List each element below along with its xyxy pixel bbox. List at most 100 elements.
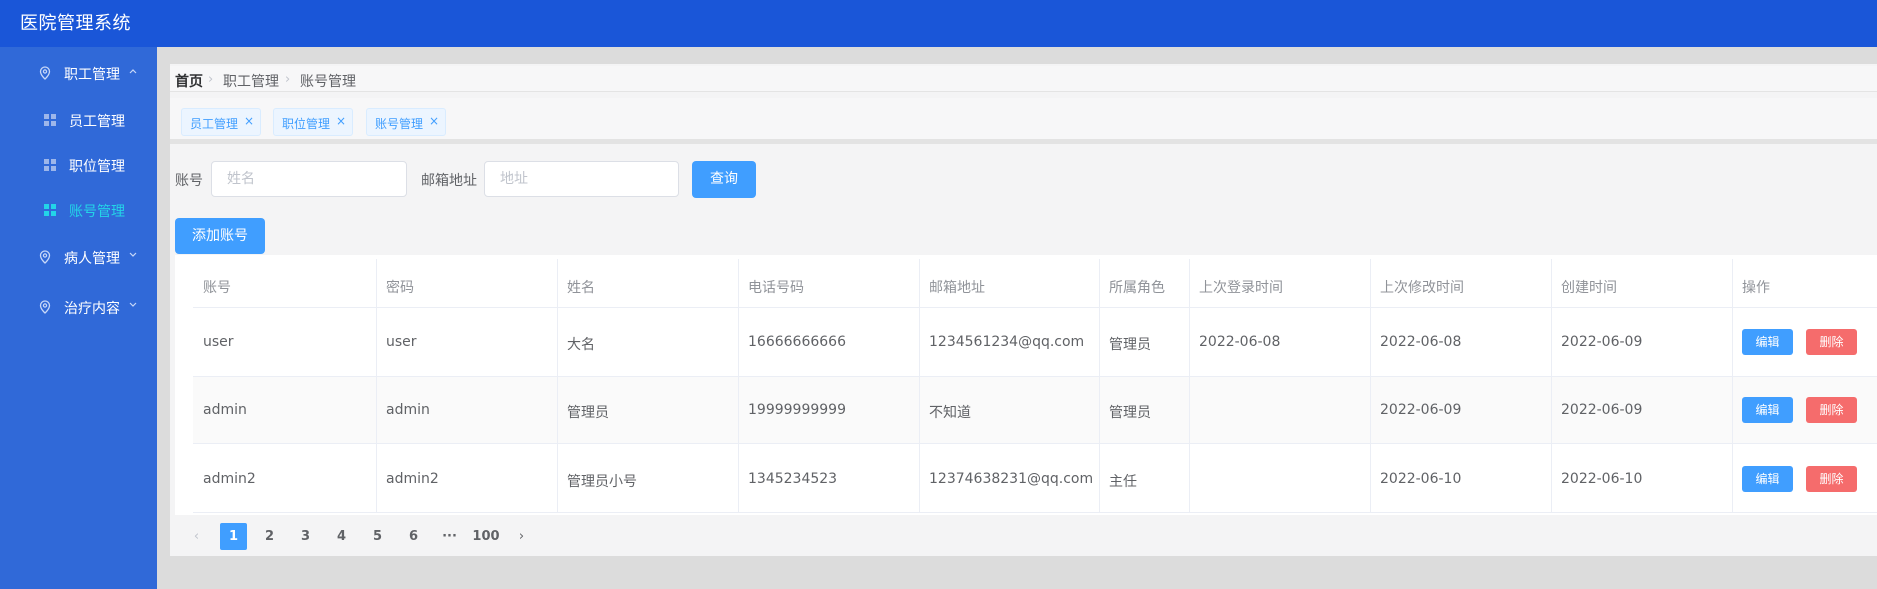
email-search-input[interactable]: 地址 xyxy=(484,161,679,197)
tag-account[interactable]: 账号管理 × xyxy=(366,108,446,136)
cell-account: admin xyxy=(203,402,247,418)
chevron-down-icon xyxy=(129,302,137,307)
tags-view-bar: 员工管理 × 职位管理 × 账号管理 × xyxy=(170,98,1877,144)
cell-created: 2022-06-09 xyxy=(1561,402,1643,418)
column-divider xyxy=(557,259,558,513)
cell-email: 不知道 xyxy=(929,405,971,421)
chevron-left-icon[interactable]: ‹ xyxy=(183,523,210,550)
page-1[interactable]: 1 xyxy=(220,523,247,550)
sidebar-group-treatment[interactable]: 治疗内容 xyxy=(0,287,157,327)
cell-role: 管理员 xyxy=(1109,337,1151,353)
sidebar-item-employee[interactable]: 员工管理 xyxy=(0,100,157,140)
cell-password: user xyxy=(386,334,417,350)
breadcrumb-item: 职工管理 xyxy=(223,74,279,90)
grid-icon xyxy=(44,204,56,216)
cell-password: admin2 xyxy=(386,471,439,487)
tag-label: 职位管理 xyxy=(282,117,331,131)
top-header: 医院管理系统 xyxy=(0,0,1877,47)
column-header: 姓名 xyxy=(567,280,595,296)
cell-account: admin2 xyxy=(203,471,256,487)
column-header: 操作 xyxy=(1742,280,1770,296)
column-divider xyxy=(1732,259,1733,513)
column-divider xyxy=(376,259,377,513)
sidebar-item-account[interactable]: 账号管理 xyxy=(0,190,157,230)
column-divider xyxy=(919,259,920,513)
column-header: 上次登录时间 xyxy=(1199,280,1283,296)
app-title: 医院管理系统 xyxy=(20,13,131,34)
cell-last-modified: 2022-06-09 xyxy=(1380,402,1462,418)
chevron-up-icon xyxy=(129,69,137,74)
sidebar-item-position[interactable]: 职位管理 xyxy=(0,145,157,185)
tag-position[interactable]: 职位管理 × xyxy=(273,108,353,136)
edit-button[interactable]: 编辑 xyxy=(1742,466,1793,492)
tag-label: 账号管理 xyxy=(375,117,424,131)
column-divider xyxy=(738,259,739,513)
delete-button[interactable]: 删除 xyxy=(1806,466,1857,492)
grid-icon xyxy=(44,114,56,126)
edit-button[interactable]: 编辑 xyxy=(1742,329,1793,355)
cell-password: admin xyxy=(386,402,430,418)
page-5[interactable]: 5 xyxy=(364,523,391,550)
cell-created: 2022-06-09 xyxy=(1561,334,1643,350)
sidebar-item-label: 职位管理 xyxy=(69,159,125,175)
page-3[interactable]: 3 xyxy=(292,523,319,550)
cell-last-modified: 2022-06-10 xyxy=(1380,471,1462,487)
chevron-down-icon xyxy=(129,252,137,257)
breadcrumb-home[interactable]: 首页 xyxy=(175,71,203,91)
column-divider xyxy=(1551,259,1552,513)
cell-account: user xyxy=(203,334,234,350)
location-icon xyxy=(39,66,51,80)
account-search-input[interactable]: 姓名 xyxy=(211,161,407,197)
location-icon xyxy=(39,250,51,264)
column-header: 密码 xyxy=(386,280,414,296)
table-divider xyxy=(193,307,1877,308)
page-100[interactable]: 100 xyxy=(470,523,502,550)
page-4[interactable]: 4 xyxy=(328,523,355,550)
chevron-right-icon[interactable]: › xyxy=(508,523,535,550)
tag-employee[interactable]: 员工管理 × xyxy=(181,108,261,136)
delete-button[interactable]: 删除 xyxy=(1806,329,1857,355)
more-pages-icon[interactable]: ··· xyxy=(436,523,463,550)
cell-last-login: 2022-06-08 xyxy=(1199,334,1281,350)
delete-button[interactable]: 删除 xyxy=(1806,397,1857,423)
close-icon[interactable]: × xyxy=(244,114,254,128)
cell-role: 管理员 xyxy=(1109,405,1151,421)
close-icon[interactable]: × xyxy=(429,114,439,128)
sidebar-group-label: 治疗内容 xyxy=(64,301,120,317)
sidebar-item-label: 员工管理 xyxy=(69,114,125,130)
breadcrumb: 首页 › 职工管理 › 账号管理 xyxy=(170,66,1877,92)
email-label: 邮箱地址 xyxy=(421,173,477,189)
breadcrumb-current: 账号管理 xyxy=(300,74,356,90)
cell-phone: 19999999999 xyxy=(748,402,846,418)
cell-name: 大名 xyxy=(567,337,595,353)
tag-label: 员工管理 xyxy=(190,117,239,131)
edit-button[interactable]: 编辑 xyxy=(1742,397,1793,423)
add-account-button[interactable]: 添加账号 xyxy=(175,218,265,254)
sidebar-group-label: 病人管理 xyxy=(64,251,120,267)
page-6[interactable]: 6 xyxy=(400,523,427,550)
query-button[interactable]: 查询 xyxy=(692,161,756,198)
column-header: 账号 xyxy=(203,280,231,296)
column-divider xyxy=(1099,259,1100,513)
account-label: 账号 xyxy=(175,173,203,189)
cell-name: 管理员 xyxy=(567,405,609,421)
chevron-right-icon: › xyxy=(208,72,214,87)
table-divider xyxy=(193,512,1877,513)
cell-email: 12374638231@qq.com xyxy=(929,471,1094,487)
sidebar-group-staff[interactable]: 职工管理 xyxy=(0,53,157,93)
column-header: 电话号码 xyxy=(748,280,804,296)
column-divider xyxy=(1189,259,1190,513)
sidebar-group-patient[interactable]: 病人管理 xyxy=(0,237,157,277)
page-2[interactable]: 2 xyxy=(256,523,283,550)
column-header: 所属角色 xyxy=(1109,280,1165,296)
sidebar-item-label: 账号管理 xyxy=(69,204,125,220)
grid-icon xyxy=(44,159,56,171)
close-icon[interactable]: × xyxy=(336,114,346,128)
sidebar-group-label: 职工管理 xyxy=(64,67,120,83)
cell-phone: 16666666666 xyxy=(748,334,846,350)
column-divider xyxy=(1370,259,1371,513)
table-divider xyxy=(193,443,1877,444)
cell-phone: 1345234523 xyxy=(748,471,838,487)
cell-role: 主任 xyxy=(1109,474,1137,490)
column-header: 上次修改时间 xyxy=(1380,280,1464,296)
